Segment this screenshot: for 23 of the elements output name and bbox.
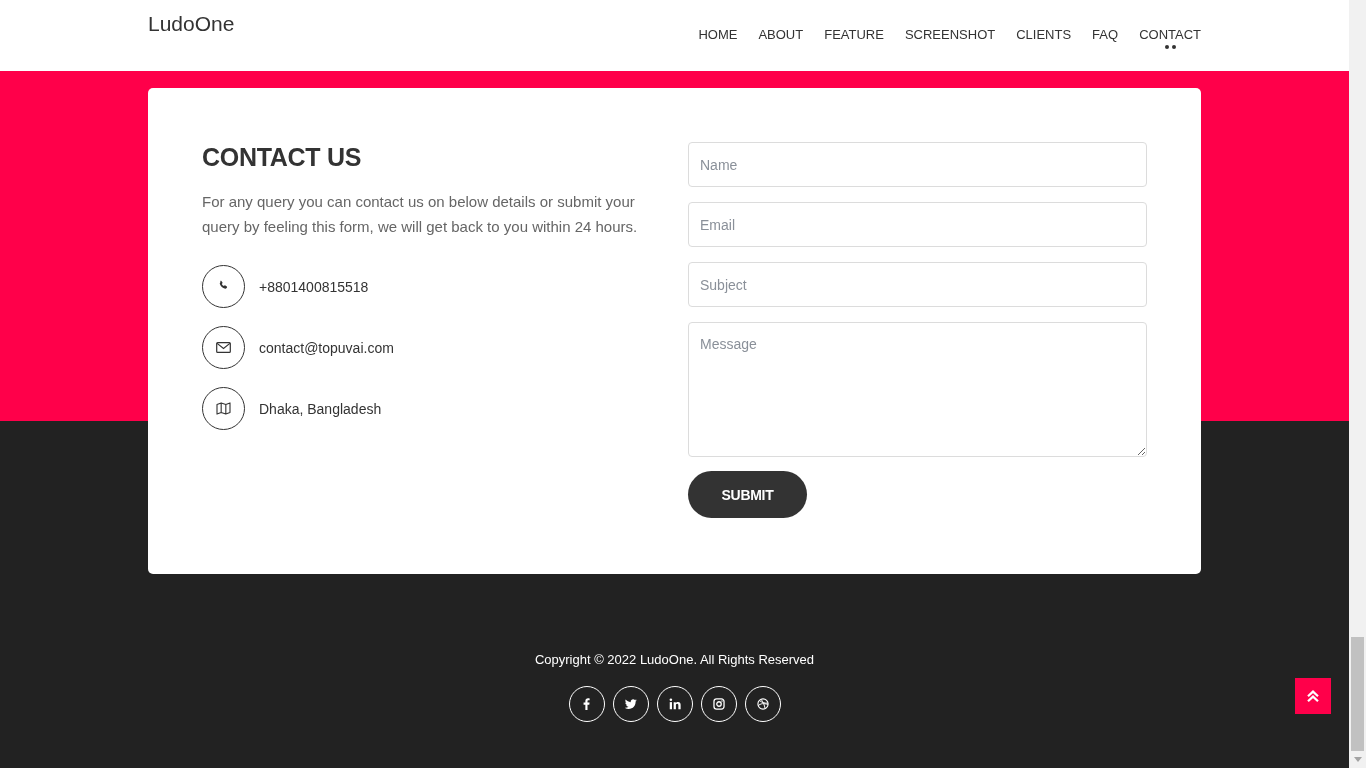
phone-number: +8801400815518 [259,278,369,295]
input-field[interactable]: Email [688,202,1147,247]
input-field[interactable]: Subject [688,262,1147,307]
nav-link[interactable]: ABOUT [758,27,804,43]
nav-link[interactable]: FAQ [1092,27,1119,43]
scrollbar-thumb[interactable] [1351,637,1364,751]
nav-link[interactable]: HOME [698,27,738,43]
nav-link[interactable]: FEATURE [824,27,884,43]
back-to-top-icon[interactable] [1295,678,1331,714]
email-address: contact@topuvai.com [259,339,394,356]
active-dots-icon [1164,45,1176,49]
address-text: Dhaka, Bangladesh [259,400,382,417]
input-field[interactable]: Name [688,142,1147,187]
nav-link[interactable]: CONTACT [1139,27,1201,49]
submit-button[interactable]: SUBMIT [688,471,807,518]
section-title: CONTACT US [202,142,363,172]
copyright-text: Copyright © 2022 LudoOne. All Rights Reserved [534,651,815,669]
intro-text: For any query you can contact us on below details or submit your query by feeling this form, we will get back to you within 24 hours. [202,192,639,237]
nav-link[interactable]: CLIENTS [1016,27,1072,43]
scrollbar[interactable] [1349,0,1366,768]
message-field[interactable]: Message [688,322,1147,457]
nav-link[interactable]: SCREENSHOT [904,27,996,43]
site-logo[interactable]: LudoOne [148,11,235,37]
